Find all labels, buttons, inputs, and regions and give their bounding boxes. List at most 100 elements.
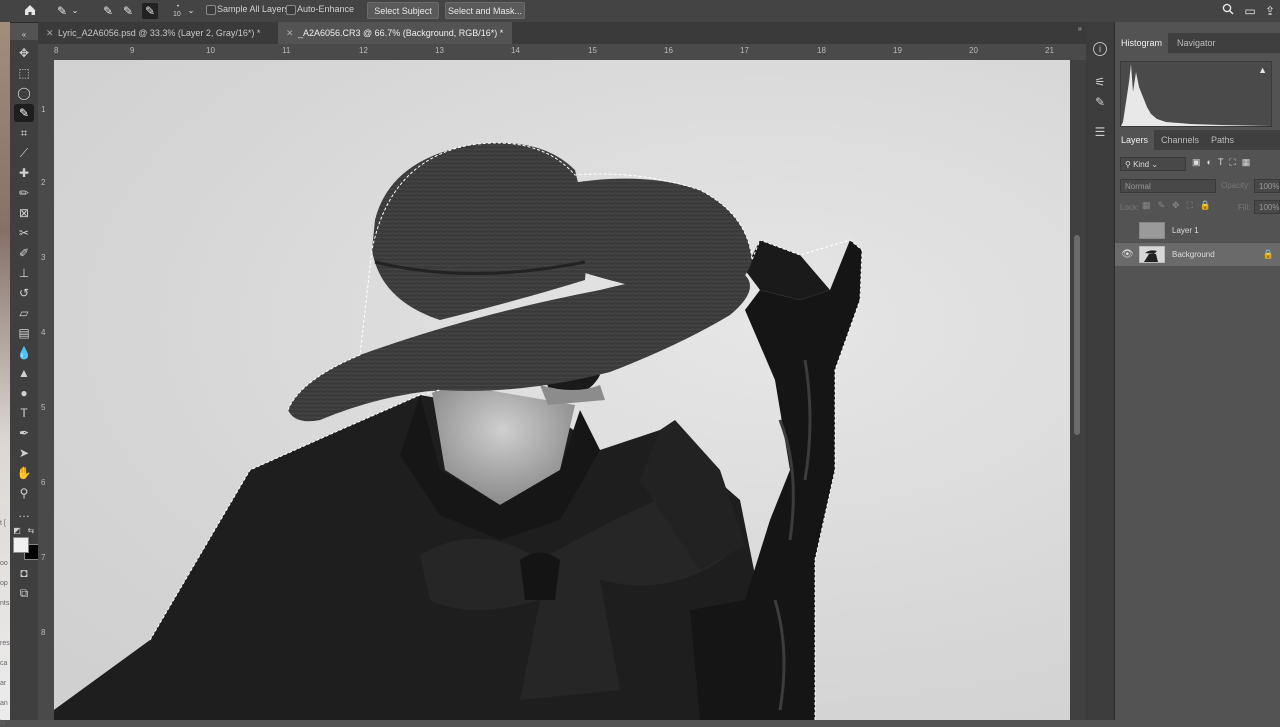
zoom-tool-icon[interactable]: ⚲ — [14, 484, 34, 502]
search-icon[interactable] — [1220, 3, 1236, 19]
layer-filter-icons[interactable]: ▣◐T⛶▦ — [1192, 157, 1280, 171]
ruler-label: 6 — [41, 478, 46, 487]
tool-preset-chevron-icon[interactable]: ⌄ — [70, 3, 80, 19]
tab-layers[interactable]: Layers — [1115, 130, 1155, 150]
gradient-tool-icon[interactable]: ▤ — [14, 324, 34, 342]
quick-selection-brush-icon[interactable]: ✎ — [54, 3, 70, 19]
ruler-label: 16 — [664, 46, 673, 55]
eyedropper-tool-icon[interactable]: ⟋ — [14, 144, 34, 162]
toolbar-collapse-icon[interactable]: « — [14, 26, 34, 44]
workspace-icon[interactable]: ▭ — [1242, 3, 1258, 19]
panel-icon-column: i ⚟ ✎ ☰ — [1086, 22, 1115, 720]
scissors-tool-icon[interactable]: ✂ — [14, 224, 34, 242]
brush-settings-icon[interactable]: ✎ — [1092, 94, 1108, 110]
ruler-label: 17 — [740, 46, 749, 55]
ruler-label: 8 — [41, 628, 46, 637]
blend-mode-select[interactable]: Normal — [1120, 179, 1216, 193]
panel-collapse-icon[interactable]: » — [1078, 24, 1082, 33]
lock-label: Lock: — [1120, 203, 1140, 212]
dodge-tool-icon[interactable]: ● — [14, 384, 34, 402]
blur-tool-icon[interactable]: 💧 — [14, 344, 34, 362]
vertical-ruler[interactable]: 1 2 3 4 5 6 7 8 — [38, 60, 55, 720]
clone-stamp-tool-icon[interactable]: ⊥ — [14, 264, 34, 282]
history-brush-tool-icon[interactable]: ↺ — [14, 284, 34, 302]
home-icon[interactable] — [22, 3, 38, 19]
pen-tool-icon[interactable]: ✒ — [14, 424, 34, 442]
layer-row-layer-1[interactable]: Layer 1 — [1115, 219, 1280, 242]
path-selection-tool-icon[interactable]: ➤ — [14, 444, 34, 462]
lasso-tool-icon[interactable]: ◯ — [14, 84, 34, 102]
sharpen-tool-icon[interactable]: ▲ — [14, 364, 34, 382]
sample-all-layers-label: Sample All Layers — [217, 4, 290, 14]
fill-label: Fill: — [1238, 203, 1251, 212]
move-tool-icon[interactable]: ✥ — [14, 44, 34, 62]
ruler-label: 1 — [41, 105, 46, 114]
brush-tool-icon[interactable]: ✏ — [14, 184, 34, 202]
tab-navigator[interactable]: Navigator — [1171, 33, 1222, 53]
ruler-label: 18 — [817, 46, 826, 55]
options-bar: ✎ ⌄ ✎ ✎ ✎ • 10 ⌄ Sample All Layers Auto-… — [0, 0, 1280, 23]
marquee-tool-icon[interactable]: ⬚ — [14, 64, 34, 82]
canvas-vertical-scrollbar[interactable] — [1070, 60, 1086, 720]
document-tab-lyric[interactable]: ✕ Lyric_A2A6056.psd @ 33.3% (Layer 2, Gr… — [38, 22, 276, 44]
histogram-graph: ▲ — [1120, 61, 1272, 127]
ruler-label: 3 — [41, 253, 46, 262]
info-icon[interactable]: i — [1093, 42, 1107, 56]
ruler-label: 7 — [41, 553, 46, 562]
horizontal-ruler[interactable]: 8 9 10 11 12 13 14 15 16 17 18 19 20 21 — [38, 44, 1086, 61]
foreground-color-swatch[interactable] — [13, 537, 29, 553]
ruler-label: 21 — [1045, 46, 1054, 55]
close-tab-icon[interactable]: ✕ — [46, 22, 54, 44]
document-tab-title: _A2A6056.CR3 @ 66.7% (Background, RGB/16… — [298, 28, 504, 38]
document-tab-bar: ✕ Lyric_A2A6056.psd @ 33.3% (Layer 2, Gr… — [38, 22, 1086, 45]
new-selection-icon[interactable]: ✎ — [100, 3, 116, 19]
layer-thumbnail — [1139, 246, 1165, 263]
layer-thumbnail — [1139, 222, 1165, 239]
tab-paths[interactable]: Paths — [1205, 130, 1240, 150]
filter-kind-label: Kind — [1133, 160, 1150, 169]
hand-tool-icon[interactable]: ✋ — [14, 464, 34, 482]
tab-channels[interactable]: Channels — [1155, 130, 1205, 150]
photo-artwork — [54, 142, 863, 720]
search-icon: ⚲ — [1125, 160, 1131, 169]
ruler-label: 20 — [969, 46, 978, 55]
lock-icon[interactable]: 🔒 — [1263, 243, 1274, 266]
warning-icon[interactable]: ▲ — [1258, 65, 1267, 75]
sample-all-layers-checkbox[interactable] — [206, 5, 216, 15]
add-to-selection-icon[interactable]: ✎ — [120, 3, 136, 19]
quick-selection-tool-icon[interactable]: ✎ — [14, 104, 34, 122]
spot-healing-tool-icon[interactable]: ✚ — [14, 164, 34, 182]
screen-mode-icon[interactable]: ⧉ — [14, 584, 34, 602]
document-canvas[interactable] — [54, 60, 1070, 720]
ruler-label: 13 — [435, 46, 444, 55]
lock-options-icons[interactable]: ▦✎✥⛶🔒 — [1142, 200, 1218, 211]
ruler-label: 15 — [588, 46, 597, 55]
edit-toolbar-icon[interactable]: … — [14, 504, 34, 522]
pencil-tool-icon[interactable]: ✐ — [14, 244, 34, 262]
opacity-field[interactable]: 100% — [1254, 179, 1280, 193]
document-tab-cr3[interactable]: ✕ _A2A6056.CR3 @ 66.7% (Background, RGB/… — [278, 22, 512, 44]
subtract-from-selection-icon[interactable]: ✎ — [142, 3, 158, 19]
brush-size-chevron-icon[interactable]: ⌄ — [186, 3, 196, 19]
fill-field[interactable]: 100% — [1254, 200, 1280, 214]
frame-tool-icon[interactable]: ⊠ — [14, 204, 34, 222]
select-and-mask-button[interactable]: Select and Mask... — [445, 2, 525, 19]
auto-enhance-checkbox[interactable] — [286, 5, 296, 15]
layer-row-background[interactable]: 👁 Background 🔒 — [1115, 243, 1280, 266]
eraser-tool-icon[interactable]: ▱ — [14, 304, 34, 322]
select-subject-button[interactable]: Select Subject — [367, 2, 439, 19]
quick-mask-icon[interactable]: ◘ — [14, 564, 34, 582]
ruler-label: 4 — [41, 328, 46, 337]
ruler-label: 12 — [359, 46, 368, 55]
layer-filter-kind[interactable]: ⚲ Kind ⌄ — [1120, 157, 1186, 171]
eye-icon[interactable]: 👁 — [1121, 243, 1134, 266]
histogram-tab-bar: Histogram Navigator — [1115, 33, 1280, 53]
adjustments-icon[interactable]: ⚟ — [1092, 74, 1108, 90]
type-tool-icon[interactable]: T — [14, 404, 34, 422]
scrollbar-thumb[interactable] — [1074, 235, 1080, 435]
crop-tool-icon[interactable]: ⌗ — [14, 124, 34, 142]
close-tab-icon[interactable]: ✕ — [286, 22, 294, 44]
properties-icon[interactable]: ☰ — [1092, 124, 1108, 140]
tab-histogram[interactable]: Histogram — [1115, 33, 1169, 53]
share-icon[interactable]: ⇪ — [1262, 3, 1278, 19]
